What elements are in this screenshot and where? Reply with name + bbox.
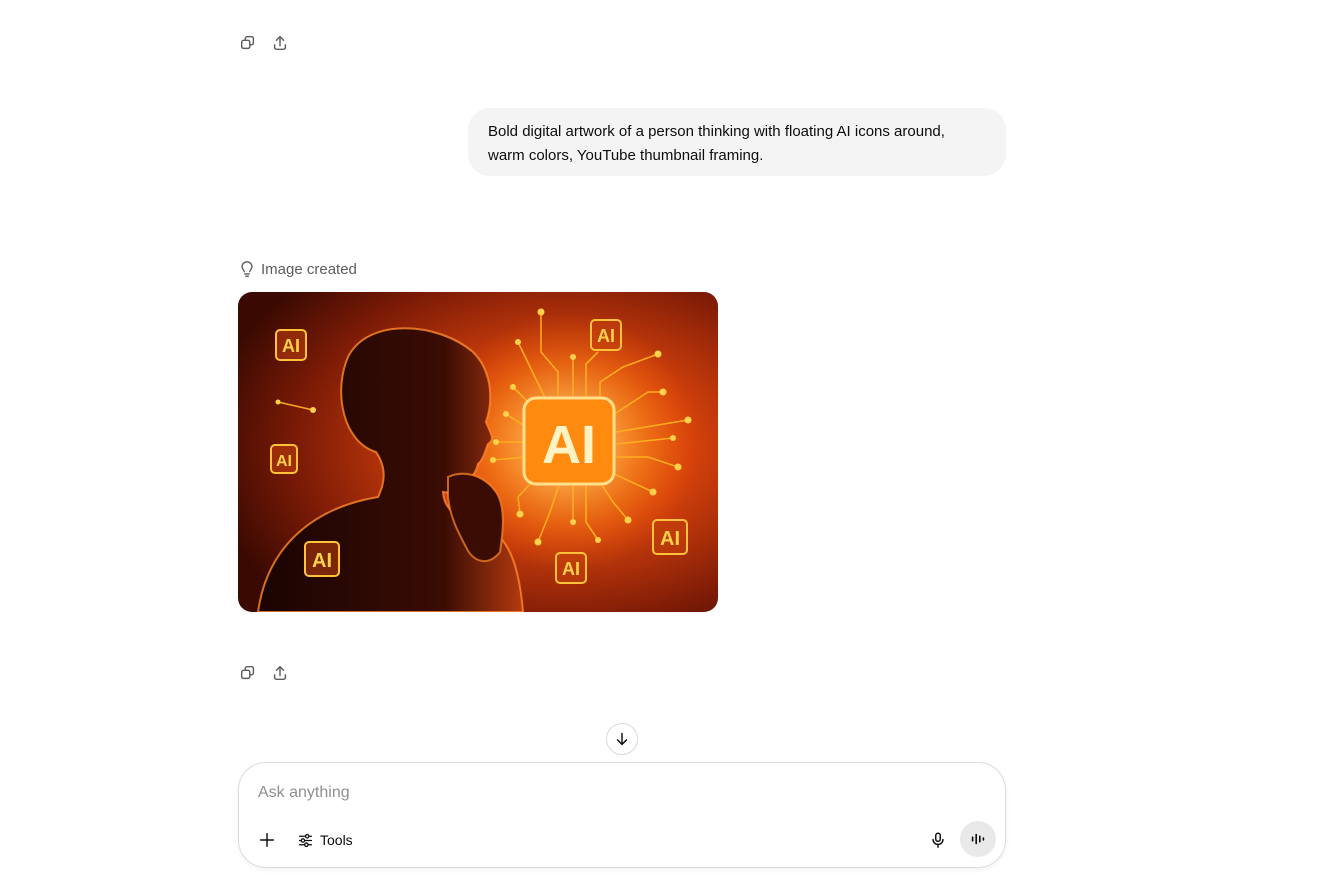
composer: Tools: [238, 762, 1006, 868]
share-icon: [273, 35, 287, 51]
generated-image[interactable]: AI AI AI AI AI AI AI: [238, 292, 718, 612]
floating-ai-label: AI: [597, 326, 615, 346]
generated-artwork: AI AI AI AI AI AI AI: [238, 292, 718, 612]
copy-button-top[interactable]: [236, 31, 260, 55]
floating-ai-label: AI: [562, 559, 580, 579]
floating-ai-label: AI: [276, 453, 292, 470]
status-label: Image created: [261, 260, 357, 278]
floating-ai-label: AI: [660, 528, 680, 550]
sliders-icon: [298, 833, 313, 847]
user-message-bubble: Bold digital artwork of a person thinkin…: [468, 108, 1006, 176]
share-icon: [273, 665, 287, 681]
lightbulb-icon: [241, 261, 253, 277]
scroll-to-bottom-button[interactable]: [606, 723, 638, 755]
user-message-line-2: warm colors, YouTube thumbnail framing.: [488, 147, 764, 164]
prompt-input[interactable]: [258, 781, 978, 805]
share-button-top[interactable]: [268, 31, 292, 55]
copy-button[interactable]: [236, 661, 260, 685]
arrow-down-icon: [616, 732, 628, 746]
voice-mode-button[interactable]: [960, 821, 996, 857]
microphone-icon: [932, 832, 944, 848]
add-attachment-button[interactable]: [253, 826, 281, 854]
user-message-line-1: Bold digital artwork of a person thinkin…: [488, 123, 945, 140]
chip-label: AI: [542, 415, 596, 475]
floating-ai-label: AI: [312, 550, 332, 572]
copy-icon: [240, 665, 255, 680]
tools-button[interactable]: Tools: [291, 826, 359, 854]
copy-icon: [240, 35, 255, 50]
image-created-status: Image created: [238, 258, 357, 280]
dictate-button[interactable]: [923, 825, 953, 855]
plus-icon: [259, 832, 275, 848]
floating-ai-label: AI: [282, 336, 300, 356]
voice-waveform-icon: [971, 833, 985, 845]
share-button[interactable]: [268, 661, 292, 685]
tools-label: Tools: [320, 832, 353, 848]
